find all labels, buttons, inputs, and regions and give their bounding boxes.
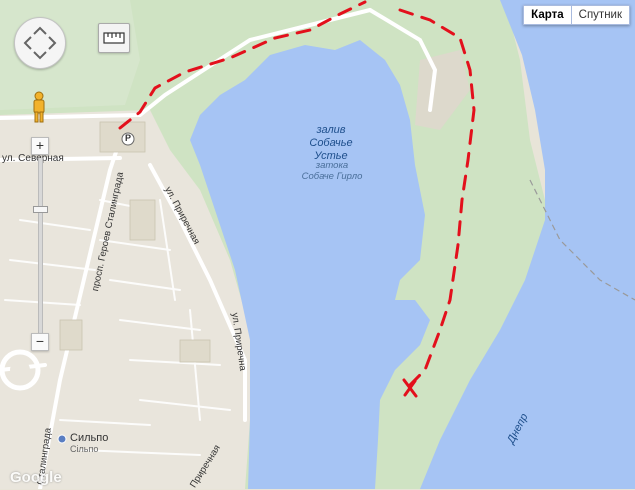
- zoom-in-button[interactable]: +: [31, 137, 49, 155]
- bay-name-line1: залив: [316, 124, 346, 136]
- ruler-button[interactable]: [98, 23, 130, 53]
- zoom-slider-handle[interactable]: [33, 206, 48, 213]
- bay-alt-line1: затока: [315, 160, 349, 171]
- pan-control[interactable]: [14, 17, 66, 69]
- map-type-satellite-button[interactable]: Спутник: [571, 5, 630, 25]
- parking-label: P: [125, 133, 132, 143]
- map-type-control: Карта Спутник: [523, 5, 630, 25]
- bay-alt-label: затока Собаче Гирло: [282, 160, 382, 182]
- ruler-icon: [103, 32, 125, 44]
- google-logo[interactable]: Google: [10, 469, 62, 486]
- bay-label: залив Собачье Устье: [296, 124, 366, 163]
- store-alt-label: Сільпо: [70, 444, 99, 454]
- zoom-slider-track[interactable]: [38, 158, 43, 333]
- pegman-icon[interactable]: [30, 91, 48, 124]
- map-type-map-button[interactable]: Карта: [523, 5, 572, 25]
- pan-arrows-icon: [23, 26, 57, 60]
- store-pin-icon: [57, 434, 67, 444]
- map-canvas[interactable]: [0, 0, 635, 489]
- store-label[interactable]: Сильпо: [70, 432, 108, 444]
- zoom-out-button[interactable]: −: [31, 333, 49, 351]
- bay-name-line2: Собачье: [309, 137, 353, 149]
- bay-alt-line2: Собаче Гирло: [301, 171, 363, 182]
